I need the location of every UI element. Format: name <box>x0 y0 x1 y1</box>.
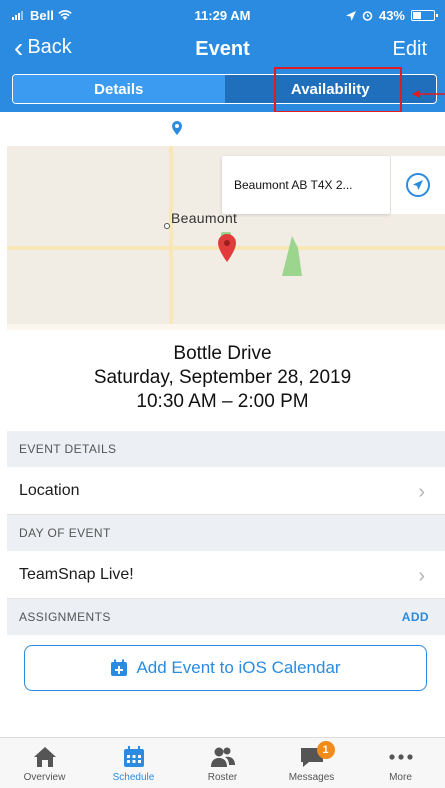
tab-more[interactable]: More <box>356 738 445 788</box>
tab-label: More <box>389 772 412 783</box>
map-town-marker <box>164 223 170 229</box>
add-to-calendar-label: Add Event to iOS Calendar <box>136 658 341 677</box>
add-to-calendar-button[interactable]: Add Event to iOS Calendar <box>24 645 427 691</box>
event-summary: Bottle Drive Saturday, September 28, 201… <box>0 342 445 414</box>
map-park <box>282 236 302 276</box>
location-row[interactable]: Location › <box>7 467 445 515</box>
teamsnap-live-label: TeamSnap Live! <box>19 565 134 583</box>
directions-button[interactable] <box>391 156 445 214</box>
status-bar: Bell 11:29 AM 43% <box>0 0 445 28</box>
page-title: Event <box>195 38 250 60</box>
map-address-callout[interactable]: Beaumont AB T4X 2... <box>222 156 390 214</box>
tab-label: Overview <box>23 772 66 783</box>
assignments-label: ASSIGNMENTS <box>19 610 111 624</box>
tab-bar: Overview Schedule Roster 1 Messages More <box>0 737 445 788</box>
map-road <box>169 146 173 330</box>
annotation-highlight-box <box>274 67 402 113</box>
tab-roster[interactable]: Roster <box>178 738 267 788</box>
chevron-right-icon: › <box>418 481 425 503</box>
event-map[interactable]: Beaumont Beaumont AB T4X 2... <box>7 146 445 330</box>
location-pin-icon <box>172 121 182 135</box>
battery-percent: 43% <box>378 8 405 23</box>
add-assignment-button[interactable]: ADD <box>402 610 429 624</box>
chevron-right-icon: › <box>418 565 425 587</box>
map-road <box>7 324 445 330</box>
section-header-day-of-event: DAY OF EVENT <box>7 515 445 551</box>
location-arrow-icon <box>345 10 356 21</box>
tab-overview[interactable]: Overview <box>0 738 89 788</box>
calendar-plus-icon <box>111 659 128 676</box>
navigation-bar: ‹ Back Event Edit <box>0 30 445 70</box>
more-dots-icon <box>388 754 413 760</box>
event-time: 10:30 AM – 2:00 PM <box>136 391 309 412</box>
teamsnap-live-row[interactable]: TeamSnap Live! › <box>7 551 445 599</box>
alarm-icon <box>362 11 373 21</box>
battery-icon <box>411 10 438 21</box>
map-pin-icon[interactable] <box>218 234 236 262</box>
unread-badge: 1 <box>316 741 335 759</box>
location-header-row[interactable] <box>0 112 445 146</box>
tab-label: Schedule <box>112 772 155 783</box>
event-name: Bottle Drive <box>173 343 272 364</box>
tab-schedule[interactable]: Schedule <box>89 738 178 788</box>
location-row-label: Location <box>19 481 80 499</box>
event-date: Saturday, September 28, 2019 <box>93 367 352 388</box>
tab-label: Roster <box>207 772 238 783</box>
navigation-arrow-icon <box>406 173 430 197</box>
calendar-icon <box>123 746 144 767</box>
status-right: 43% <box>345 8 438 23</box>
annotation-arrow-icon <box>412 90 445 98</box>
home-icon <box>33 747 56 767</box>
section-header-assignments: ASSIGNMENTS ADD <box>7 599 445 635</box>
tab-messages[interactable]: 1 Messages <box>267 738 356 788</box>
tab-details[interactable]: Details <box>13 75 225 103</box>
people-icon <box>210 747 235 767</box>
section-header-event-details: EVENT DETAILS <box>7 431 445 467</box>
tab-label: Messages <box>288 772 335 783</box>
edit-button[interactable]: Edit <box>393 38 427 61</box>
